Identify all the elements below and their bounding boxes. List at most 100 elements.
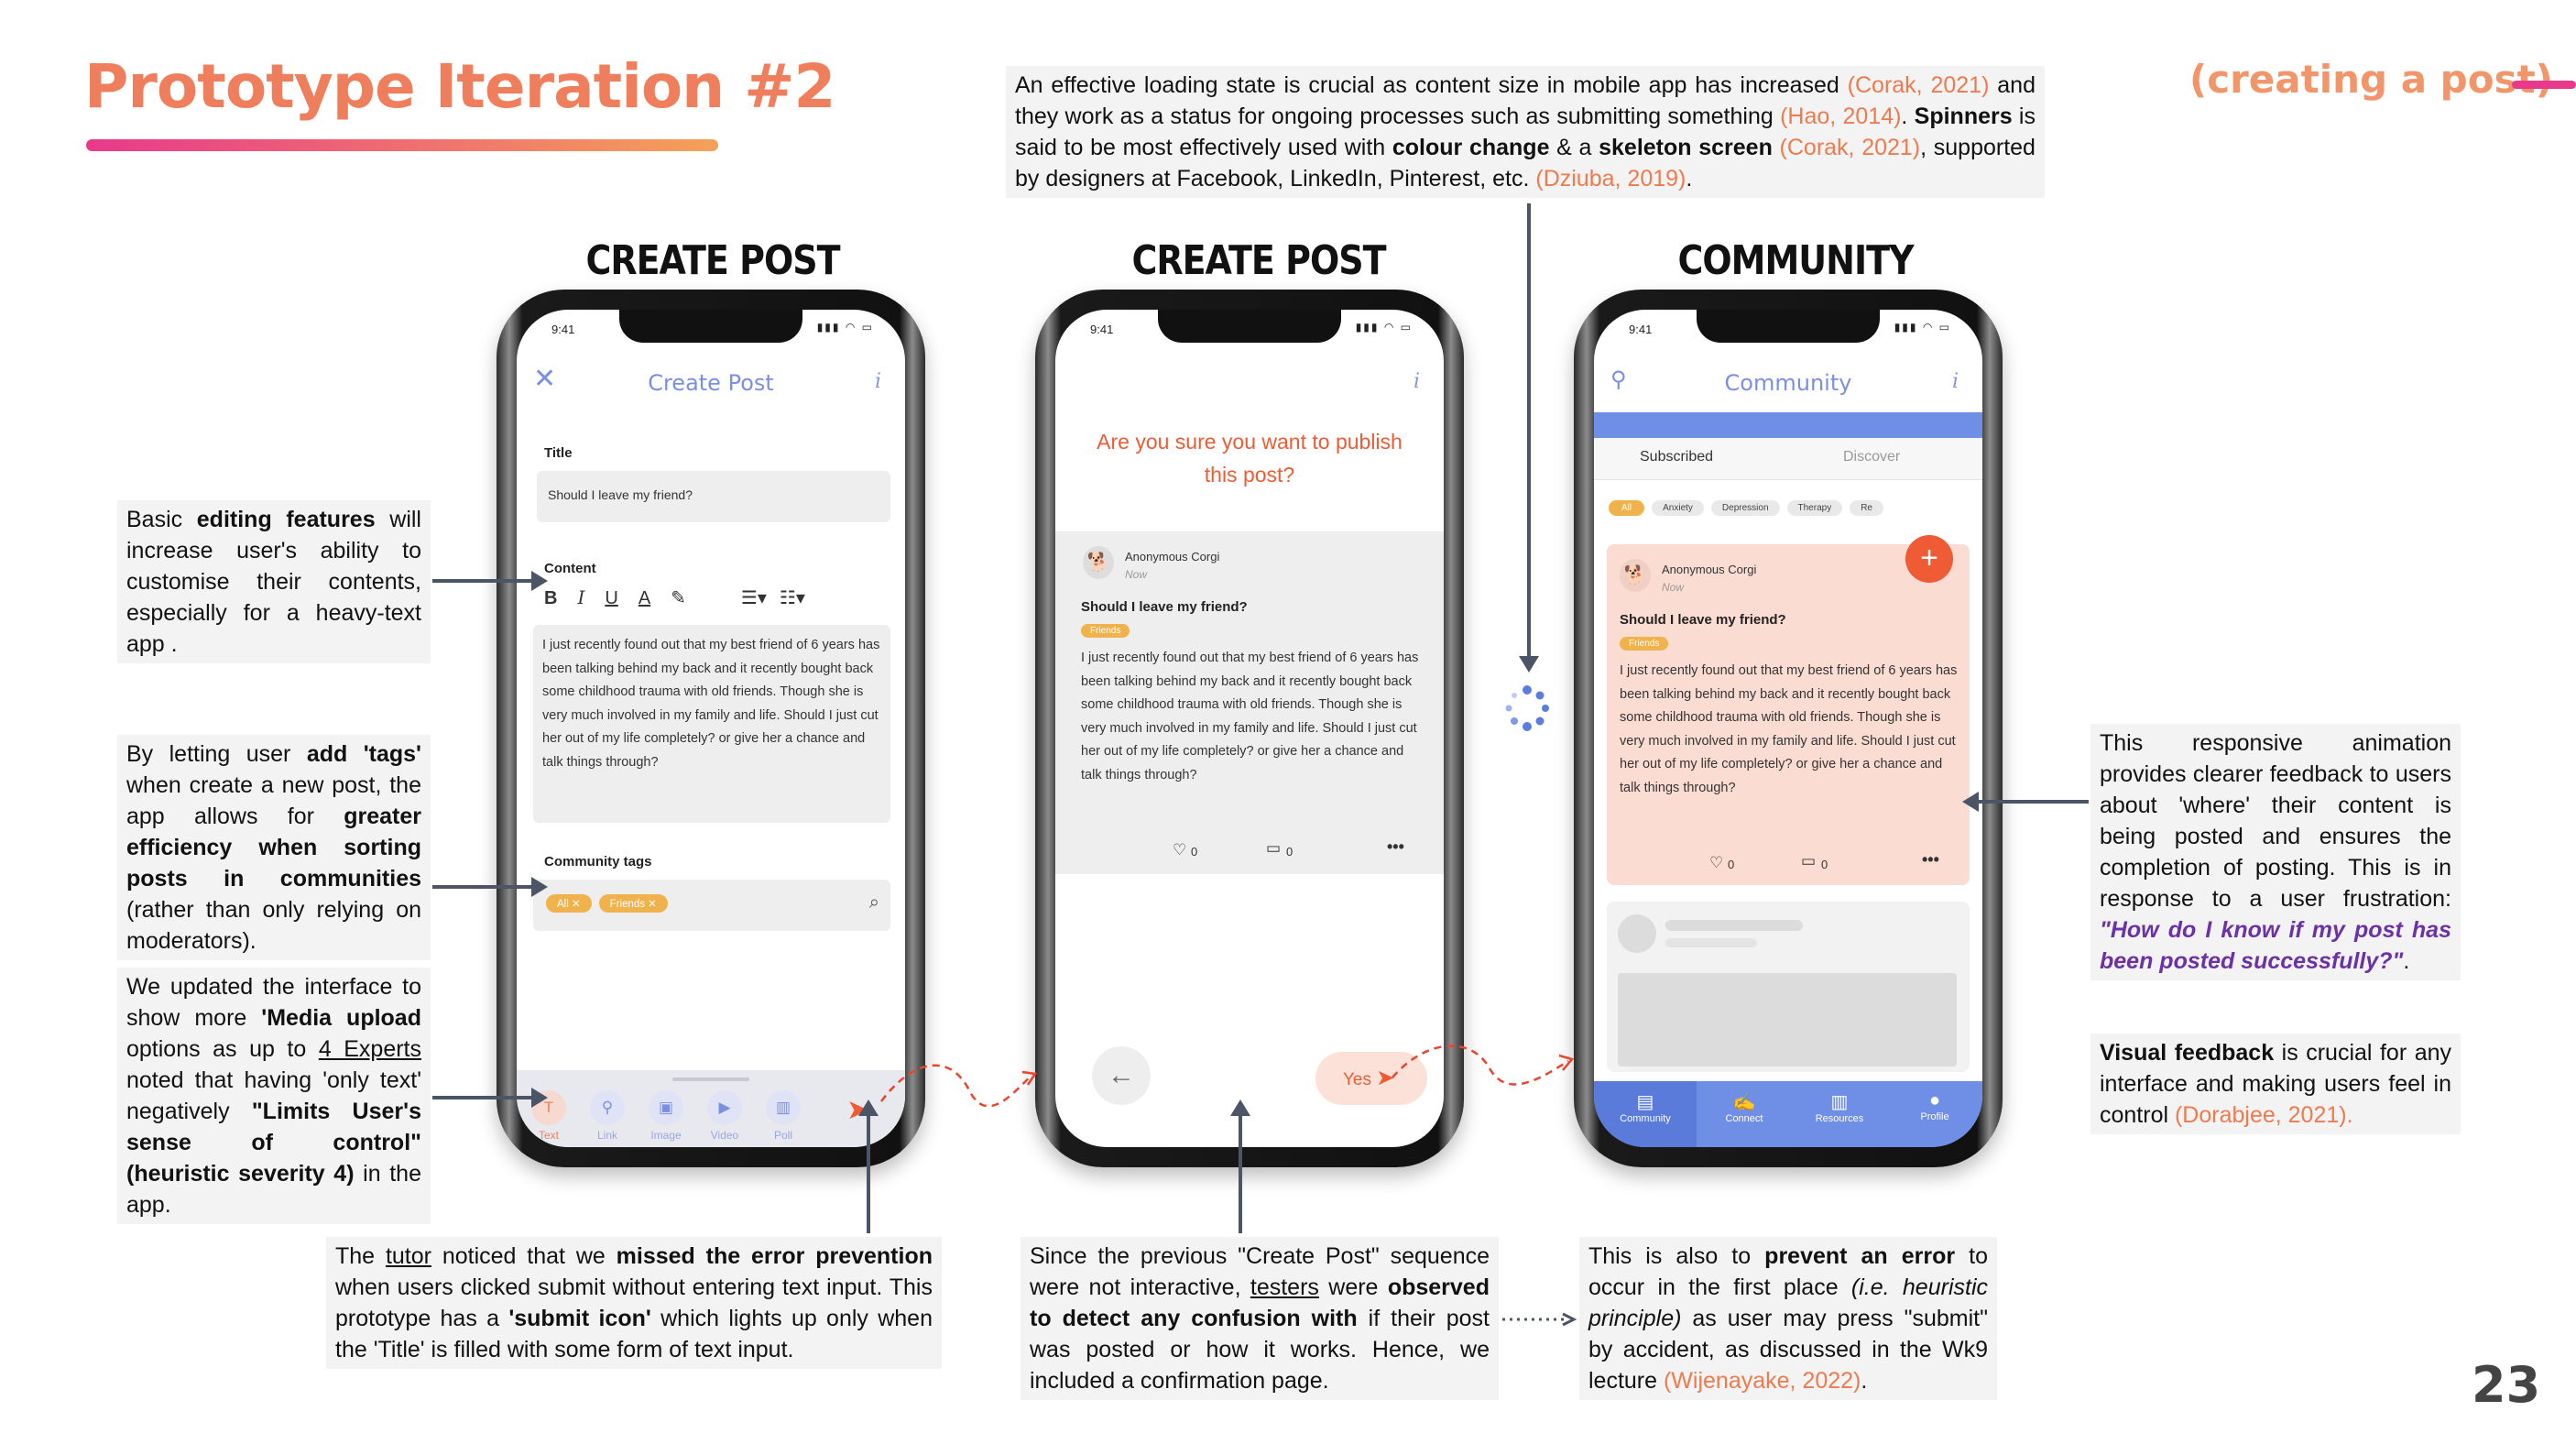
filter-anxiety[interactable]: Anxiety: [1652, 500, 1704, 516]
like-icon[interactable]: ♡: [1709, 854, 1723, 872]
resources-icon: ▥: [1830, 1092, 1849, 1112]
phone-create-post: 9:41 ▮▮▮ ◠ ▭ ✕ Create Post i Title Shoul…: [497, 290, 925, 1167]
title-field[interactable]: Should I leave my friend?: [537, 471, 890, 522]
post-body: I just recently found out that my best f…: [1081, 651, 1419, 782]
link-tool-icon[interactable]: ⚲: [590, 1090, 625, 1125]
video-tool-icon[interactable]: ▶: [707, 1090, 742, 1125]
post-body: I just recently found out that my best f…: [1620, 663, 1958, 795]
note-visual-feedback: Visual feedback is crucial for any inter…: [2090, 1034, 2461, 1134]
skeleton-media: [1618, 973, 1957, 1067]
bullet-list-icon[interactable]: ☰▾: [741, 588, 767, 608]
format-toolbar: B I U A ✎ ☰▾ ☷▾: [544, 586, 883, 609]
comment-icon[interactable]: ▭: [1801, 852, 1816, 870]
page-number: 23: [2472, 1356, 2541, 1414]
tag-chip-friends[interactable]: Friends ✕: [598, 894, 668, 913]
nav-connect[interactable]: ✍ Connect: [1697, 1081, 1792, 1147]
numbered-list-icon[interactable]: ☷▾: [780, 588, 805, 608]
status-icons: ▮▮▮ ◠ ▭: [1355, 321, 1413, 334]
image-tool-icon[interactable]: ▣: [649, 1090, 683, 1125]
toolbar-handle: [672, 1078, 749, 1081]
arrow-animation-to-card: [1979, 800, 2089, 804]
note-confirmation-page: Since the previous "Create Post" sequenc…: [1021, 1237, 1499, 1400]
nav-profile-label: Profile: [1920, 1111, 1949, 1122]
phone2-screen: 9:41 ▮▮▮ ◠ ▭ i Are you sure you want to …: [1055, 310, 1444, 1147]
phone-notch: [1158, 310, 1341, 343]
info-icon[interactable]: i: [875, 370, 881, 393]
nav-profile[interactable]: ● Profile: [1887, 1081, 1982, 1147]
arrow-since-to-phone2: [1239, 1116, 1242, 1233]
author-name: Anonymous Corgi: [1662, 563, 1757, 576]
skeleton-avatar: [1618, 914, 1656, 953]
phone-notch: [619, 310, 802, 343]
video-tool-label: Video: [710, 1129, 739, 1142]
tags-label: Community tags: [544, 854, 652, 870]
tab-discover[interactable]: Discover: [1843, 449, 1900, 465]
content-label: Content: [544, 561, 596, 576]
tab-subscribed[interactable]: Subscribed: [1640, 449, 1713, 465]
back-arrow-button[interactable]: ←: [1092, 1046, 1151, 1105]
blue-header-band: [1594, 412, 1982, 438]
comment-count: 0: [1286, 845, 1293, 859]
poll-tool-icon[interactable]: ▥: [766, 1090, 801, 1125]
section-tag-line: [2512, 81, 2576, 89]
filter-all[interactable]: All: [1609, 500, 1645, 516]
arrow-loading-to-spinner: [1527, 203, 1531, 658]
bold-icon[interactable]: B: [544, 588, 557, 608]
content-field[interactable]: I just recently found out that my best f…: [533, 625, 890, 823]
flow-arrow-1-to-2: [880, 1064, 1038, 1108]
filter-depression[interactable]: Depression: [1710, 500, 1780, 516]
search-icon[interactable]: ⌕: [869, 892, 879, 913]
status-time: 9:41: [551, 323, 575, 336]
profile-icon: ●: [1928, 1090, 1941, 1110]
text-color-icon[interactable]: A: [639, 588, 650, 608]
underline-icon[interactable]: U: [605, 588, 617, 608]
highlight-icon[interactable]: ✎: [671, 588, 686, 608]
author-name: Anonymous Corgi: [1125, 550, 1220, 563]
info-icon[interactable]: i: [1952, 370, 1959, 393]
comment-icon[interactable]: ▭: [1266, 839, 1281, 858]
note-tags: By letting user add 'tags' when create a…: [117, 735, 431, 960]
poll-tool-label: Poll: [773, 1129, 792, 1142]
like-icon[interactable]: ♡: [1173, 841, 1186, 859]
loading-spinner-icon: [1504, 685, 1550, 731]
skeleton-line: [1665, 938, 1757, 947]
info-icon[interactable]: i: [1414, 370, 1420, 393]
status-icons: ▮▮▮ ◠ ▭: [1894, 321, 1951, 334]
note-loading-state: An effective loading state is crucial as…: [1006, 66, 2045, 198]
filter-more[interactable]: Re: [1850, 500, 1883, 516]
phone1-heading: CREATE POST: [585, 236, 840, 284]
phone-community: 9:41 ▮▮▮ ◠ ▭ ⚲ Community i Subscribed Di…: [1574, 290, 2003, 1167]
note-prevent-error: This is also to prevent an error to occu…: [1579, 1237, 1997, 1400]
nav-resources[interactable]: ▥ Resources: [1792, 1081, 1887, 1147]
tags-field[interactable]: All ✕ Friends ✕ ⌕: [533, 880, 890, 931]
add-post-button[interactable]: +: [1905, 535, 1953, 583]
nav-community[interactable]: ▤ Community: [1594, 1081, 1697, 1147]
arrow-head: [858, 1099, 879, 1116]
image-tool-label: Image: [650, 1129, 682, 1142]
arrow-tags-to-field: [432, 885, 533, 889]
note-media-upload: We updated the interface to show more 'M…: [117, 968, 431, 1224]
phone3-screen: 9:41 ▮▮▮ ◠ ▭ ⚲ Community i Subscribed Di…: [1594, 310, 1982, 1147]
filter-row: All Anxiety Depression Therapy Re: [1609, 498, 1982, 516]
italic-icon[interactable]: I: [577, 586, 584, 608]
app-title: Community: [1724, 370, 1852, 396]
arrow-head: [531, 571, 548, 591]
more-icon[interactable]: •••: [1922, 850, 1939, 870]
arrow-tutor-to-send: [867, 1116, 870, 1233]
phone1-screen: 9:41 ▮▮▮ ◠ ▭ ✕ Create Post i Title Shoul…: [517, 310, 905, 1147]
skeleton-card: [1607, 902, 1970, 1072]
status-icons: ▮▮▮ ◠ ▭: [816, 321, 874, 334]
avatar: 🐕: [1083, 546, 1114, 579]
more-icon[interactable]: •••: [1387, 837, 1404, 857]
phone3-heading: COMMUNITY: [1677, 236, 1914, 284]
skeleton-line: [1665, 920, 1803, 931]
post-title: Should I leave my friend?: [1081, 599, 1248, 615]
connect-icon: ✍: [1732, 1092, 1756, 1112]
arrow-head: [1519, 656, 1539, 673]
text-tool-label: Text: [538, 1129, 559, 1142]
tag-chip-all[interactable]: All ✕: [546, 894, 592, 913]
flow-arrow-2-to-3: [1392, 1045, 1575, 1086]
post-tag: Friends: [1620, 637, 1669, 651]
filter-therapy[interactable]: Therapy: [1786, 500, 1843, 516]
post-time: Now: [1662, 581, 1685, 594]
